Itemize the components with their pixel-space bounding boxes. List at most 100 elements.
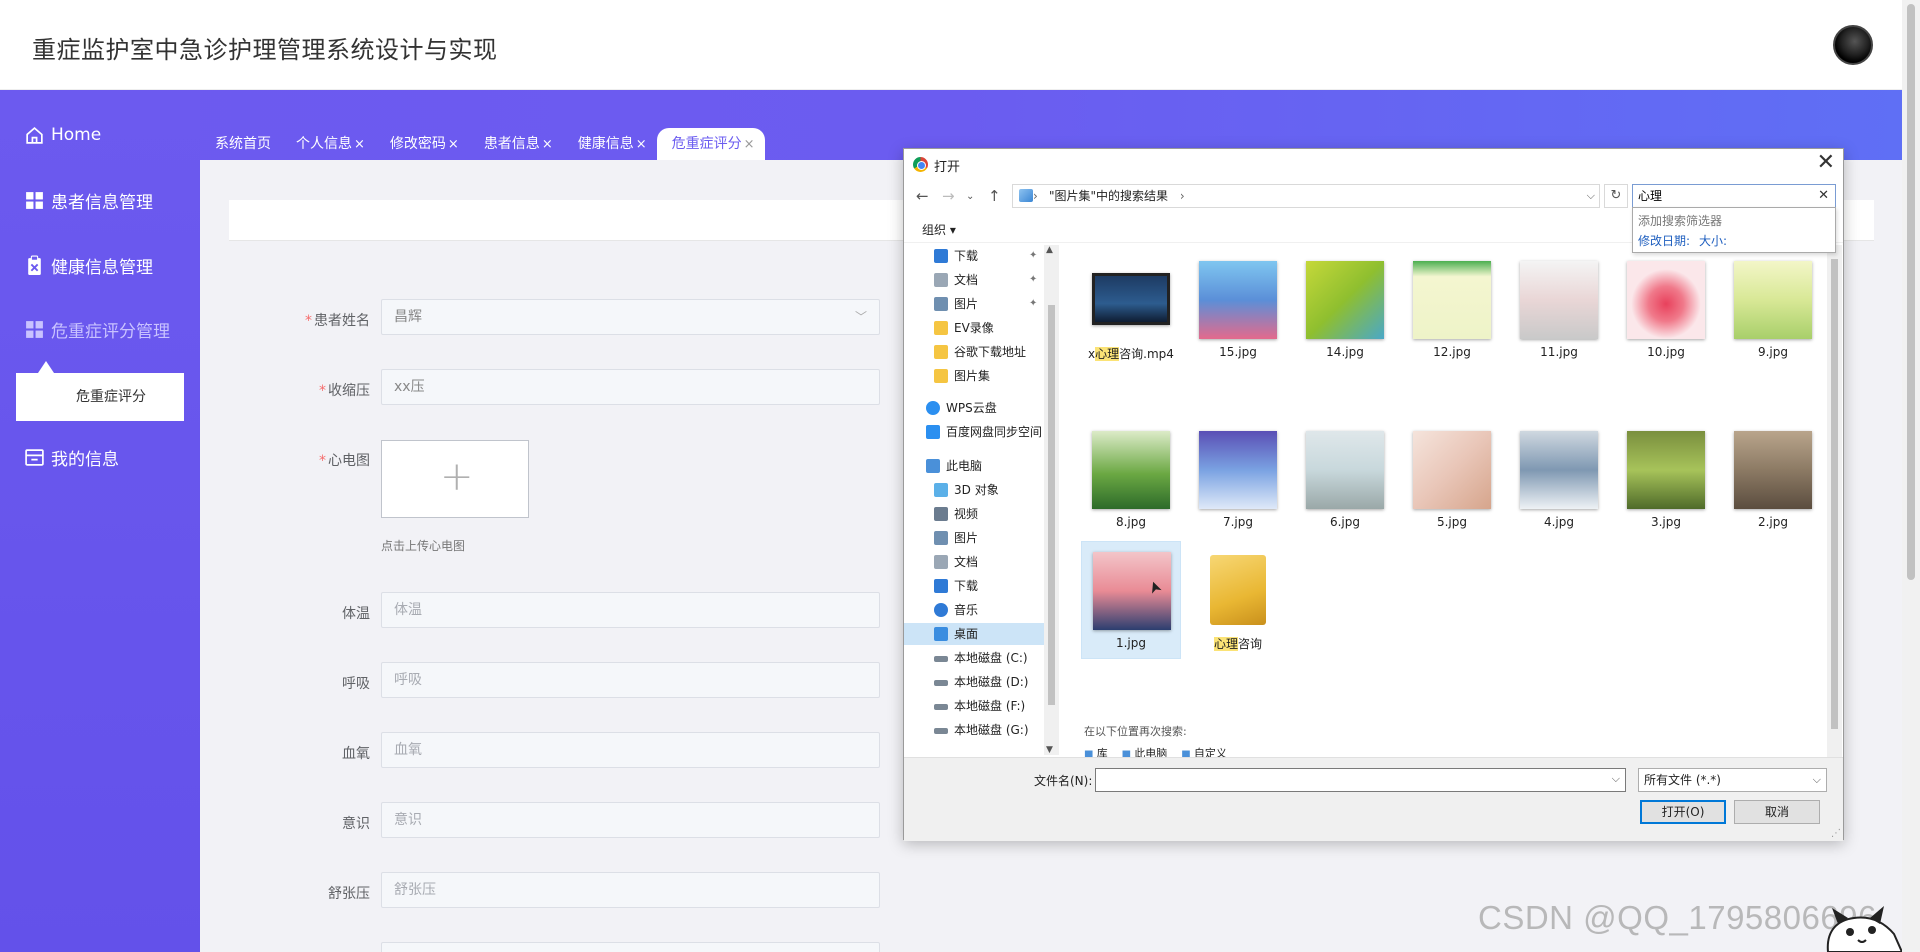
blood-oxygen-input[interactable]: 血氧: [381, 732, 880, 768]
tab-change-password[interactable]: 修改密码 ×: [375, 128, 469, 160]
sidebar-item-patient-info[interactable]: 患者信息管理: [24, 186, 153, 214]
file-item[interactable]: 9.jpg: [1723, 251, 1817, 369]
tab-close-icon[interactable]: ×: [448, 137, 459, 152]
user-avatar[interactable]: [1833, 25, 1873, 65]
clear-search-icon[interactable]: ✕: [1818, 185, 1829, 207]
respiration-input[interactable]: 呼吸: [381, 662, 880, 698]
tab-close-icon[interactable]: ×: [354, 137, 365, 152]
cancel-button[interactable]: 取消: [1734, 800, 1820, 824]
search-location-library[interactable]: 库: [1084, 745, 1108, 757]
file-item[interactable]: 15.jpg: [1188, 251, 1288, 369]
nav-item[interactable]: WPS云盘: [904, 397, 1044, 419]
nav-item[interactable]: 音乐: [904, 599, 1044, 621]
nav-item[interactable]: 此电脑: [904, 455, 1044, 477]
temperature-input[interactable]: 体温: [381, 592, 880, 628]
navigation-scrollbar-thumb[interactable]: [1048, 305, 1055, 705]
nav-item[interactable]: 下载 ✦: [904, 245, 1044, 267]
file-grid-scrollbar-thumb[interactable]: [1831, 259, 1838, 729]
nav-item[interactable]: 桌面: [904, 623, 1044, 645]
navigation-pane: 下载 ✦ 文档 ✦ 图片 ✦ EV录像 谷歌下载地址 图片集 WPS云盘 百度网盘同步空间此电脑 3D…: [904, 245, 1044, 757]
next-field-partial[interactable]: [381, 942, 880, 952]
file-grid-scrollbar[interactable]: [1827, 245, 1842, 757]
page-scrollbar-thumb[interactable]: [1907, 4, 1915, 580]
tab-label: 患者信息: [483, 136, 540, 152]
up-arrow-icon[interactable]: ↑: [988, 187, 1001, 205]
file-item[interactable]: 10.jpg: [1616, 251, 1716, 369]
search-location-custom[interactable]: 自定义: [1181, 745, 1227, 757]
sidebar-item-critical-score[interactable]: 危重症评分管理: [24, 315, 170, 343]
video-icon: [934, 507, 948, 521]
close-icon[interactable]: ✕: [1817, 151, 1835, 175]
tab-critical-score[interactable]: 危重症评分 ×: [656, 128, 765, 160]
tab-home[interactable]: 系统首页: [200, 128, 281, 160]
page-scrollbar[interactable]: [1902, 0, 1920, 952]
sidebar-item-home[interactable]: Home: [24, 121, 101, 149]
refresh-icon[interactable]: ↻: [1604, 184, 1628, 208]
sidebar-subitem-critical-score[interactable]: 危重症评分: [16, 373, 184, 421]
file-item[interactable]: 4.jpg: [1509, 421, 1609, 539]
address-bar[interactable]: › "图片集"中的搜索结果 › ⌵: [1012, 184, 1600, 208]
ecg-upload[interactable]: +: [381, 440, 529, 518]
file-item[interactable]: 3.jpg: [1616, 421, 1716, 539]
file-item[interactable]: 2.jpg: [1723, 421, 1817, 539]
open-button[interactable]: 打开(O): [1640, 800, 1726, 824]
nav-item[interactable]: 图片: [904, 527, 1044, 549]
nav-item[interactable]: 视频: [904, 503, 1044, 525]
nav-item[interactable]: 本地磁盘 (D:): [904, 671, 1044, 693]
file-item[interactable]: 5.jpg: [1402, 421, 1502, 539]
nav-item-label: 此电脑: [946, 459, 983, 473]
chevron-down-icon[interactable]: ⌵: [1612, 772, 1620, 786]
tab-close-icon[interactable]: ×: [636, 137, 647, 152]
sidebar-item-health-info[interactable]: 健康信息管理: [24, 251, 153, 279]
download-icon: [934, 249, 948, 263]
file-item[interactable]: 1.jpg ➤: [1081, 541, 1181, 659]
nav-item[interactable]: 图片 ✦: [904, 293, 1044, 315]
nav-item[interactable]: 下载: [904, 575, 1044, 597]
file-item[interactable]: 14.jpg: [1295, 251, 1395, 369]
nav-item[interactable]: 文档 ✦: [904, 269, 1044, 291]
nav-item[interactable]: 百度网盘同步空间: [904, 421, 1044, 443]
file-item[interactable]: 11.jpg: [1509, 251, 1609, 369]
file-item[interactable]: 7.jpg: [1188, 421, 1288, 539]
filter-modified-date[interactable]: 修改日期:: [1638, 232, 1690, 249]
forward-arrow-icon[interactable]: →: [942, 187, 955, 205]
scroll-down-icon[interactable]: ▼: [1046, 745, 1053, 755]
resize-grip-icon[interactable]: ⋰: [1831, 828, 1841, 839]
scroll-up-icon[interactable]: ▲: [1046, 245, 1053, 255]
tab-health-info[interactable]: 健康信息 ×: [563, 128, 657, 160]
tab-personal-info[interactable]: 个人信息 ×: [281, 128, 375, 160]
tab-patient-info[interactable]: 患者信息 ×: [469, 128, 563, 160]
tab-close-icon[interactable]: ×: [542, 137, 553, 152]
diastolic-input[interactable]: 舒张压: [381, 872, 880, 908]
nav-item[interactable]: 文档: [904, 551, 1044, 573]
chevron-down-icon[interactable]: ⌵: [1587, 185, 1595, 207]
filter-size[interactable]: 大小:: [1699, 232, 1727, 249]
filetype-select[interactable]: 所有文件 (*.*) ⌵: [1638, 768, 1827, 792]
tab-close-icon[interactable]: ×: [744, 137, 755, 152]
nav-item[interactable]: 本地磁盘 (C:): [904, 647, 1044, 669]
patient-name-select[interactable]: 昌辉 ﹀: [381, 299, 880, 335]
filename-input[interactable]: ⌵: [1095, 768, 1626, 792]
consciousness-input[interactable]: 意识: [381, 802, 880, 838]
folder-item[interactable]: 心理咨询: [1188, 541, 1288, 659]
back-arrow-icon[interactable]: ←: [916, 187, 929, 205]
recent-dropdown-icon[interactable]: ⌄: [966, 191, 974, 202]
nav-item[interactable]: 图片集: [904, 365, 1044, 387]
grid-icon: [26, 320, 43, 338]
nav-item[interactable]: 3D 对象: [904, 479, 1044, 501]
file-item[interactable]: 8.jpg: [1081, 421, 1181, 539]
sidebar-item-my-info[interactable]: 我的信息: [24, 443, 119, 471]
nav-item[interactable]: 本地磁盘 (G:): [904, 719, 1044, 741]
search-location-this-pc[interactable]: 此电脑: [1122, 745, 1167, 757]
systolic-input[interactable]: xx压: [381, 369, 880, 405]
file-item[interactable]: 6.jpg: [1295, 421, 1395, 539]
file-item[interactable]: x心理咨询.mp4: [1081, 251, 1181, 369]
nav-item[interactable]: 本地磁盘 (F:): [904, 695, 1044, 717]
organize-menu[interactable]: 组织 ▾: [922, 221, 956, 238]
nav-item[interactable]: 谷歌下载地址: [904, 341, 1044, 363]
file-item[interactable]: 12.jpg: [1402, 251, 1502, 369]
navigation-scrollbar[interactable]: ▲ ▼: [1044, 245, 1059, 755]
nav-item-label: 下载: [954, 249, 979, 263]
dialog-search-input[interactable]: 心理 ✕: [1632, 184, 1836, 208]
nav-item[interactable]: EV录像: [904, 317, 1044, 339]
